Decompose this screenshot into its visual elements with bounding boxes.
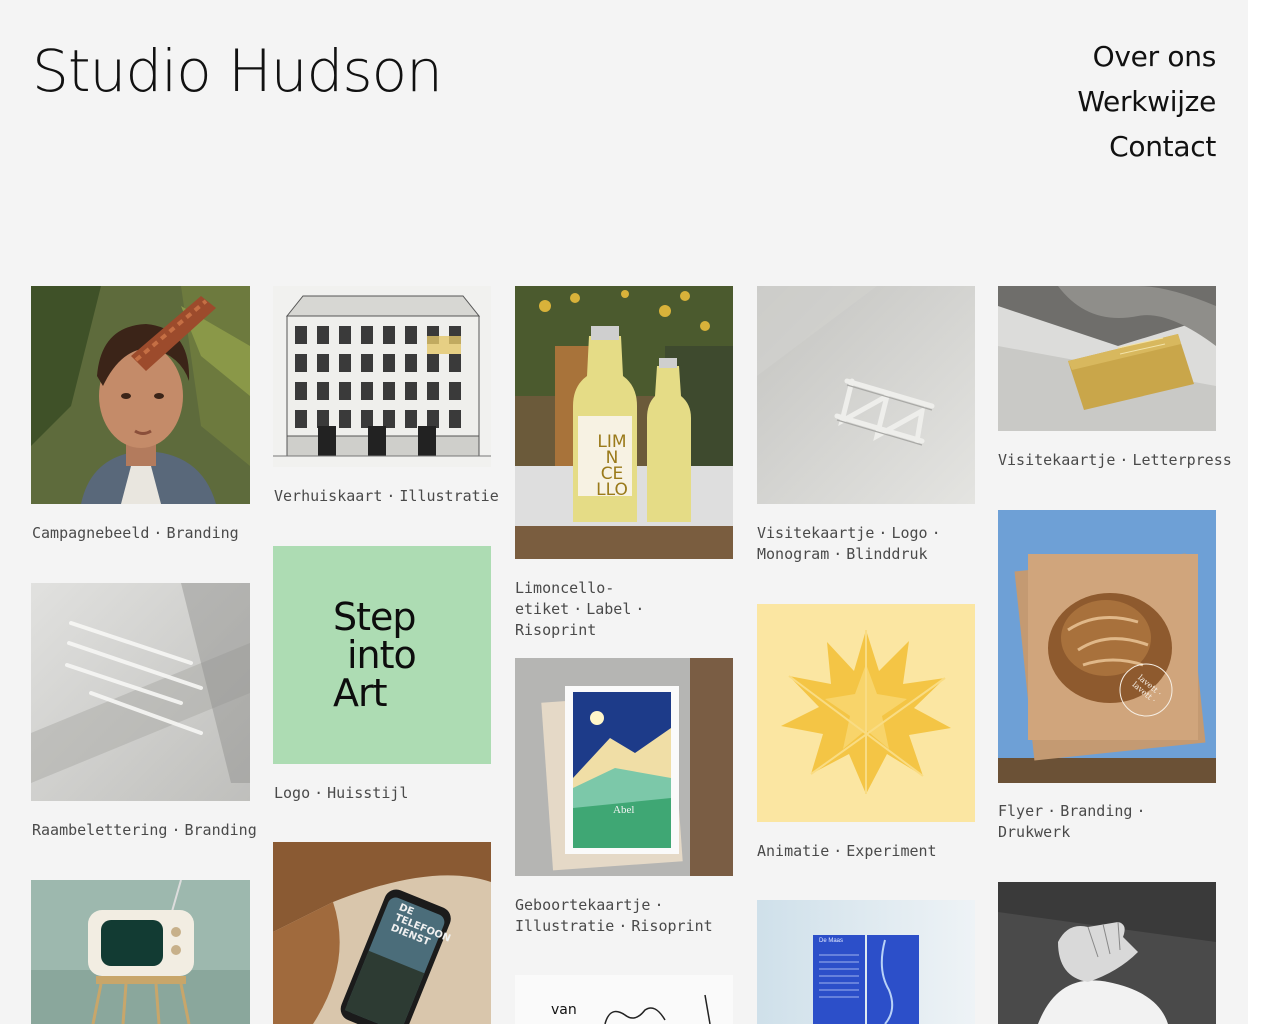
project-monogram-caption: Visitekaartje · Logo · Monogram · Blinddruk <box>757 524 941 563</box>
project-limoncello-caption: Limoncello-etiket · Label · Risoprint <box>515 579 645 639</box>
project-tv-image[interactable] <box>31 880 250 1024</box>
project-de-maas-image[interactable]: De Maas <box>757 900 975 1024</box>
project-geboortekaartje-image[interactable]: Abel <box>515 658 733 876</box>
tag: Raambelettering <box>32 821 168 839</box>
cover-title: De Maas <box>819 938 844 944</box>
scrollbar[interactable] <box>1248 0 1280 1024</box>
project-hands-image[interactable] <box>998 882 1216 1024</box>
card-name-text: Abel <box>613 804 635 816</box>
tag: Label <box>586 600 632 618</box>
tag: Flyer <box>998 802 1044 820</box>
tag: Visitekaartje <box>757 524 875 542</box>
nav-over-ons[interactable]: Over ons <box>1077 34 1217 79</box>
project-letterpress-caption: Visitekaartje · Letterpress <box>998 451 1232 469</box>
tag: Branding <box>184 821 257 839</box>
nav-werkwijze[interactable]: Werkwijze <box>1077 79 1216 124</box>
project-campagnebeeld-caption: Campagnebeeld · Branding <box>32 524 239 542</box>
project-phone-image[interactable]: DE TELEFOON DIENST <box>273 842 491 1024</box>
tag: Drukwerk <box>998 823 1071 841</box>
project-flyer-caption: Flyer · Branding · Drukwerk <box>998 802 1146 841</box>
project-logo-step-caption: Logo · Huisstijl <box>274 784 409 802</box>
limoncello-label-text: LIM N CE LLO <box>594 434 630 500</box>
project-limoncello-image[interactable]: LIM N CE LLO <box>515 286 733 559</box>
project-verhuiskaart-image[interactable] <box>273 286 491 467</box>
nav-contact[interactable]: Contact <box>1077 124 1216 169</box>
project-letterpress-image[interactable] <box>998 286 1216 431</box>
tag: Branding <box>1060 802 1133 820</box>
site-logo[interactable]: Studio Hudson <box>32 36 443 106</box>
tag: Risoprint <box>515 621 597 639</box>
tag: Logo <box>274 784 311 802</box>
tag: Verhuiskaart <box>274 487 383 505</box>
tag: Visitekaartje <box>998 451 1116 469</box>
main-nav: Over ons Werkwijze Contact <box>1077 34 1216 169</box>
tag: Branding <box>166 524 239 542</box>
tag: Letterpress <box>1132 451 1232 469</box>
project-verhuiskaart-caption: Verhuiskaart · Illustratie <box>274 487 499 505</box>
label-line: LLO <box>596 480 628 500</box>
tag: Experiment <box>846 842 937 860</box>
tag: Huisstijl <box>327 784 409 802</box>
project-animatie-image[interactable] <box>757 604 975 822</box>
project-campagnebeeld-image[interactable] <box>31 286 250 504</box>
project-geboortekaartje-caption: Geboortekaartje · Illustratie · Risoprint <box>515 896 713 935</box>
tag: Illustratie <box>515 917 615 935</box>
project-logo-step-image[interactable]: Step into Art <box>273 546 491 764</box>
page: Studio Hudson Over ons Werkwijze Contact… <box>0 0 1248 1024</box>
tag: Campagnebeeld <box>32 524 150 542</box>
project-monogram-image[interactable] <box>757 286 975 504</box>
step-into-art-logo: Step into Art <box>333 595 417 715</box>
tag: Logo <box>891 524 928 542</box>
project-van-image[interactable]: van <box>515 975 733 1024</box>
tag: Blinddruk <box>846 545 928 563</box>
tag: Monogram <box>757 545 830 563</box>
project-raambelettering-caption: Raambelettering · Branding <box>32 821 257 839</box>
logo-line: into <box>347 633 417 677</box>
tag: Geboortekaartje <box>515 896 651 914</box>
tag: Animatie <box>757 842 830 860</box>
logo-line: Art <box>333 671 388 715</box>
tag: Illustratie <box>399 487 499 505</box>
project-flyer-image[interactable]: lavett · lavett · <box>998 510 1216 783</box>
tag: Risoprint <box>631 917 713 935</box>
logo-line: Step <box>333 595 417 639</box>
project-animatie-caption: Animatie · Experiment <box>757 842 937 860</box>
project-raambelettering-image[interactable] <box>31 583 250 801</box>
